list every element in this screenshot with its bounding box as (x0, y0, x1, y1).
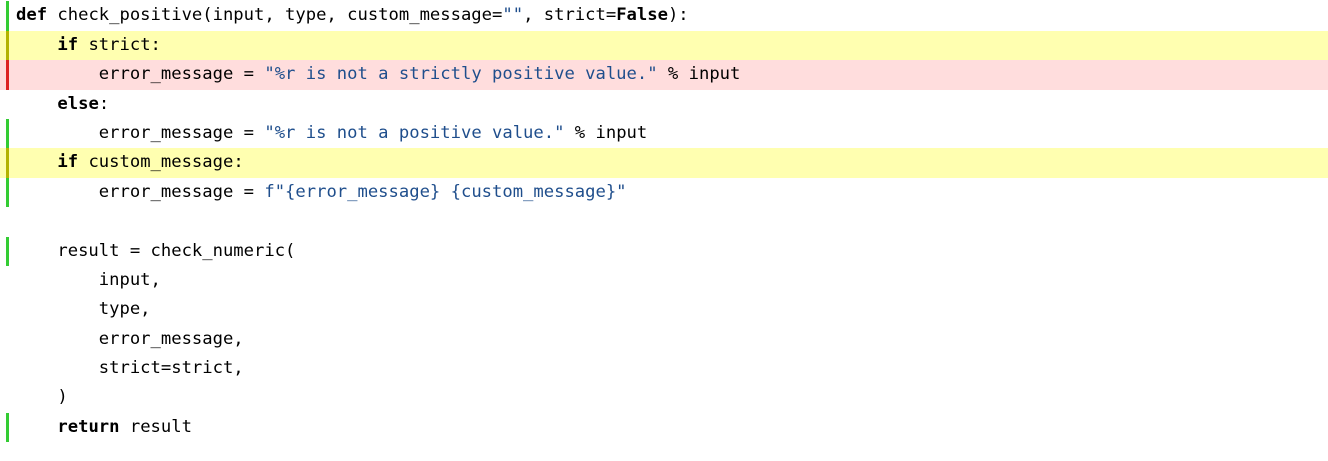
keyword-token: if (57, 152, 79, 173)
code-token: input, (16, 269, 161, 290)
code-line: if custom_message: (0, 148, 1328, 178)
code-token: % input (564, 122, 648, 143)
code-text: strict=strict, (16, 354, 244, 383)
code-line: result = check_numeric( (0, 236, 1328, 266)
code-text: error_message = f"{error_message} {custo… (16, 178, 627, 207)
code-token: type, (16, 299, 151, 320)
string-token: "" (502, 5, 524, 26)
code-line: ) (0, 383, 1328, 412)
code-text: if custom_message: (16, 148, 244, 177)
code-token: strict: (78, 34, 161, 55)
code-token: ) (16, 387, 68, 408)
code-token: ): (667, 5, 689, 26)
code-text: error_message = "%r is not a positive va… (16, 119, 647, 148)
code-token: error_message = (16, 64, 265, 85)
code-token: check_positive(input, type, custom_messa… (47, 5, 503, 26)
code-line: def check_positive(input, type, custom_m… (0, 1, 1328, 31)
coverage-marker-covered (6, 177, 9, 208)
keyword-token: return (57, 416, 120, 437)
code-text: error_message, (16, 325, 244, 354)
keyword-token: False (616, 5, 668, 26)
code-text: def check_positive(input, type, custom_m… (16, 1, 689, 30)
code-token: error_message = (16, 181, 265, 202)
code-token: error_message = (16, 122, 265, 143)
coverage-marker-partial (6, 30, 9, 61)
code-text: ) (16, 383, 68, 412)
coverage-marker-missed (6, 60, 9, 90)
coverage-marker-covered (6, 118, 9, 149)
code-token: : (98, 93, 110, 114)
keyword-token: else (57, 93, 99, 114)
keyword-token: def (16, 5, 48, 26)
code-line: error_message = "%r is not a strictly po… (0, 60, 1328, 90)
code-line: error_message, (0, 325, 1328, 354)
code-text: if strict: (16, 31, 161, 60)
code-token: strict=strict, (16, 358, 244, 379)
coverage-marker-partial (6, 148, 9, 178)
keyword-token: if (57, 34, 79, 55)
code-token: custom_message: (78, 152, 244, 173)
string-token: f"{error_message} {custom_message}" (264, 181, 627, 202)
code-text: return result (16, 413, 192, 442)
code-viewer: def check_positive(input, type, custom_m… (0, 0, 1328, 461)
code-text: error_message = "%r is not a strictly po… (16, 60, 741, 89)
code-line: else: (0, 90, 1328, 119)
code-token: result (119, 416, 192, 437)
code-line: return result (0, 412, 1328, 443)
code-token: , strict= (523, 5, 617, 26)
code-text: result = check_numeric( (16, 237, 295, 266)
code-token: % input (657, 64, 741, 85)
code-line: input, (0, 266, 1328, 295)
code-line: strict=strict, (0, 354, 1328, 383)
coverage-marker-covered (6, 236, 9, 266)
coverage-marker-covered (6, 412, 9, 443)
code-line: type, (0, 295, 1328, 324)
code-line: error_message = "%r is not a positive va… (0, 118, 1328, 149)
string-token: "%r is not a strictly positive value." (264, 64, 658, 85)
code-line: if strict: (0, 30, 1328, 61)
code-line: error_message = f"{error_message} {custo… (0, 177, 1328, 208)
coverage-marker-covered (6, 1, 9, 31)
code-text: else: (16, 90, 109, 119)
code-text: input, (16, 266, 161, 295)
string-token: "%r is not a positive value." (264, 122, 565, 143)
code-token: error_message, (16, 328, 244, 349)
code-token: result = check_numeric( (16, 240, 296, 261)
code-text: type, (16, 295, 151, 324)
